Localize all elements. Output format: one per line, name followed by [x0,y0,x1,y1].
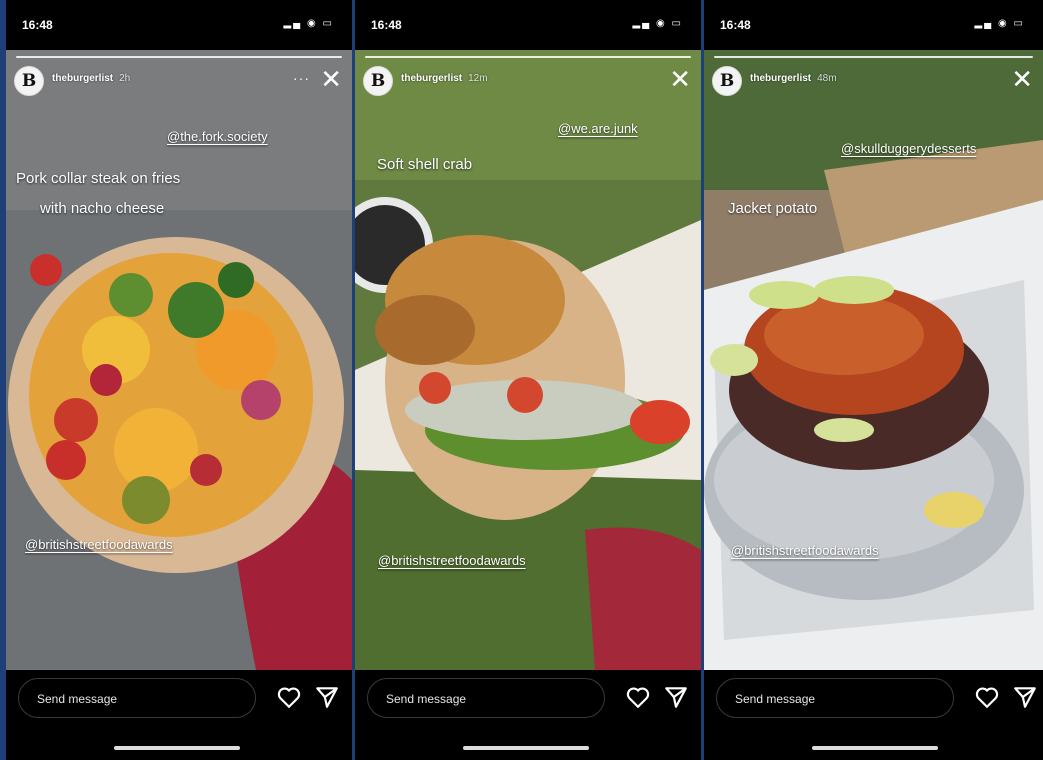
system-icons: ▂▄ ◉ ▭ [283,18,334,29]
story-age: 12m [468,73,488,84]
story-screen-3: 16:48 ▂▄ ◉ ▭ B theburgerlist 48m ✕ @skul… [704,0,1043,760]
story-header: B theburgerlist 48m ✕ [712,64,1035,98]
send-message-input[interactable]: Send message [18,678,256,718]
story-progress-bar [16,56,342,58]
story-image[interactable]: B theburgerlist 2h ··· ✕ @the.fork.societ… [6,50,352,670]
story-header: B theburgerlist 12m ✕ [363,64,693,98]
more-options-icon[interactable]: ··· [293,70,310,86]
story-footer: Send message [704,670,1043,760]
heart-icon[interactable] [974,684,1000,710]
status-bar: 16:48 ▂▄ ◉ ▭ [6,0,352,50]
system-icons: ▂▄ ◉ ▭ [974,18,1025,29]
story-age: 48m [817,73,837,84]
status-time: 16:48 [720,18,751,32]
paper-plane-icon[interactable] [314,684,340,710]
caption-line-1: Jacket potato [728,200,818,217]
close-icon[interactable]: ✕ [320,64,342,94]
heart-icon[interactable] [276,684,302,710]
home-indicator [463,746,589,750]
paper-plane-icon[interactable] [663,684,689,710]
username-text: theburgerlist [750,73,812,84]
mention-tag-top[interactable]: @the.fork.society [164,128,271,145]
story-progress-bar [365,56,691,58]
story-header: B theburgerlist 2h ··· ✕ [14,64,344,98]
caption-line-1: Soft shell crab [377,156,473,173]
mention-tag-bottom[interactable]: @britishstreetfoodawards [22,536,176,553]
send-message-input[interactable]: Send message [367,678,605,718]
status-time: 16:48 [371,18,402,32]
mention-tag-bottom[interactable]: @britishstreetfoodawards [728,542,882,559]
story-progress-bar [714,56,1033,58]
profile-avatar[interactable]: B [712,66,742,96]
home-indicator [812,746,938,750]
status-time: 16:48 [22,18,53,32]
paper-plane-icon[interactable] [1012,684,1038,710]
heart-icon[interactable] [625,684,651,710]
mention-tag-top[interactable]: @skullduggerydesserts [838,140,979,157]
mention-tag-bottom[interactable]: @britishstreetfoodawards [375,552,529,569]
username-text: theburgerlist [52,73,114,84]
caption-line-1: Pork collar steak on fries [16,170,181,187]
story-footer: Send message [6,670,352,760]
username-text: theburgerlist [401,73,463,84]
home-indicator [114,746,240,750]
story-image[interactable]: B theburgerlist 48m ✕ @skullduggerydesser… [704,50,1043,670]
mention-tag-top[interactable]: @we.are.junk [555,120,641,137]
system-icons: ▂▄ ◉ ▭ [632,18,683,29]
close-icon[interactable]: ✕ [1011,64,1033,94]
username[interactable]: theburgerlist 2h [52,73,130,84]
story-screen-1: 16:48 ▂▄ ◉ ▭ B theburgerlist 2h ··· ✕ @t… [6,0,352,760]
story-age: 2h [119,73,131,84]
caption-line-2: with nacho cheese [40,200,165,217]
status-bar: 16:48 ▂▄ ◉ ▭ [704,0,1043,50]
close-icon[interactable]: ✕ [669,64,691,94]
username[interactable]: theburgerlist 48m [750,73,837,84]
username[interactable]: theburgerlist 12m [401,73,488,84]
send-message-input[interactable]: Send message [716,678,954,718]
status-bar: 16:48 ▂▄ ◉ ▭ [355,0,701,50]
story-image[interactable]: B theburgerlist 12m ✕ @we.are.junk Soft s… [355,50,701,670]
profile-avatar[interactable]: B [14,66,44,96]
story-screen-2: 16:48 ▂▄ ◉ ▭ B theburgerlist 12m ✕ @we.a… [355,0,701,760]
profile-avatar[interactable]: B [363,66,393,96]
food-photo-crab [355,50,701,670]
story-footer: Send message [355,670,701,760]
